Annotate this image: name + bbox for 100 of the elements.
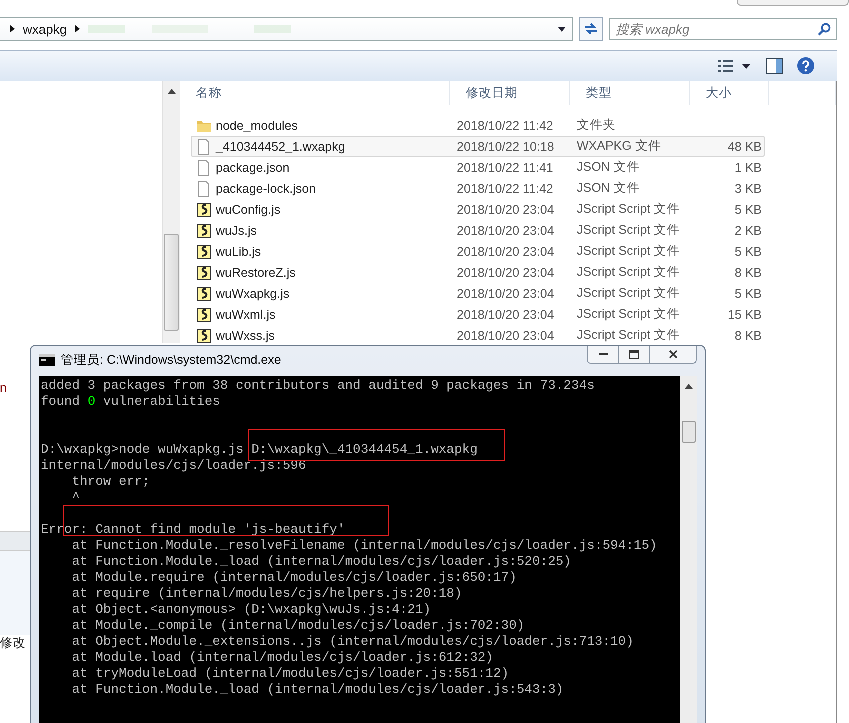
file-type: JSON 文件: [576, 180, 641, 197]
file-size: 1 KB: [734, 160, 762, 174]
file-row[interactable]: wuWxml.js 2018/10/20 23:04 JScript Script 文件 15 KB: [191, 304, 765, 325]
file-date: 2018/10/20 23:04: [456, 286, 556, 300]
document-icon: [196, 180, 212, 196]
file-row[interactable]: package-lock.json 2018/10/22 11:42 JSON 文件 3 KB: [191, 178, 765, 199]
file-row[interactable]: wuWxapkg.js 2018/10/20 23:04 JScript Script 文件 5 KB: [191, 283, 765, 304]
file-type: JScript Script 文件: [576, 306, 682, 323]
minimize-icon: [598, 353, 608, 356]
minimize-button[interactable]: [588, 346, 619, 363]
console-line: at Function.Module._load (internal/modules/cjs/loader.js:520:25): [71, 554, 572, 569]
column-header[interactable]: 名称: [180, 81, 450, 105]
file-type: JScript Script 文件: [576, 264, 682, 281]
script-file-icon: [196, 264, 212, 280]
file-date: 2018/10/22 11:42: [456, 118, 554, 132]
document-icon: [196, 160, 212, 176]
search-icon[interactable]: [818, 23, 831, 36]
console-line: internal/modules/cjs/loader.js:596: [41, 458, 306, 473]
file-name: wuRestoreZ.js: [216, 266, 296, 280]
console-line: at Function.Module._load (internal/modules/cjs/loader.js:543:3): [71, 682, 564, 697]
console-line: at Module.load (internal/modules/cjs/loader.js:612:32): [71, 650, 494, 665]
file-row[interactable]: wuRestoreZ.js 2018/10/20 23:04 JScript Script 文件 8 KB: [191, 262, 765, 283]
console-line: at Module.require (internal/modules/cjs/loader.js:650:17): [71, 570, 517, 585]
file-size: 15 KB: [726, 308, 762, 322]
preview-pane-icon[interactable]: [766, 58, 783, 74]
console-line: ^: [71, 490, 80, 505]
file-size: 48 KB: [726, 140, 762, 154]
file-date: 2018/10/20 23:04: [456, 328, 556, 342]
file-date: 2018/10/22 10:18: [456, 140, 556, 154]
console-line: D:\wxapkg>node wuWxapkg.js D:\wxapkg\_410344454_1.wxapkg: [41, 442, 478, 457]
refresh-button[interactable]: [579, 17, 603, 41]
help-icon[interactable]: [797, 57, 815, 75]
file-type: JScript Script 文件: [576, 327, 682, 344]
file-row[interactable]: wuConfig.js 2018/10/20 23:04 JScript Script 文件 5 KB: [191, 199, 765, 220]
file-name: package.json: [216, 160, 290, 174]
column-header[interactable]: 大小: [690, 81, 769, 105]
script-file-icon: [196, 222, 212, 238]
console-line: at tryModuleLoad (internal/modules/cjs/loader.js:551:12): [71, 666, 510, 681]
file-name: node_modules: [216, 118, 298, 132]
console-line: throw err;: [71, 474, 150, 489]
file-type: JScript Script 文件: [576, 243, 682, 260]
script-file-icon: [196, 286, 212, 302]
file-date: 2018/10/20 23:04: [456, 244, 556, 258]
view-options-icon[interactable]: [718, 59, 752, 73]
file-type: WXAPKG 文件: [576, 138, 662, 155]
console-line: found 0 vulnerabilities: [41, 394, 220, 409]
script-file-icon: [196, 244, 212, 260]
file-date: 2018/10/20 23:04: [456, 224, 556, 238]
file-date: 2018/10/20 23:04: [456, 266, 556, 280]
file-size: 8 KB: [734, 328, 762, 342]
search-field[interactable]: 搜索 wxapkg: [609, 18, 837, 40]
file-date: 2018/10/20 23:04: [456, 202, 556, 216]
file-date: 2018/10/22 11:41: [456, 160, 554, 174]
file-name: package-lock.json: [216, 182, 316, 196]
file-name: wuWxss.js: [216, 328, 276, 342]
console-line: at Function.Module._resolveFilename (internal/modules/cjs/loader.js:594:15): [71, 538, 658, 553]
file-row[interactable]: wuJs.js 2018/10/20 23:04 JScript Script 文件 2 KB: [191, 220, 765, 241]
file-type: 文件夹: [576, 117, 617, 134]
refresh-icon: [583, 22, 599, 36]
script-file-icon: [196, 306, 212, 322]
scrollbar[interactable]: [162, 81, 180, 343]
console-line: at require (internal/modules/cjs/helpers.js:20:18): [71, 586, 462, 601]
maximize-button[interactable]: [619, 346, 650, 363]
document-icon: [196, 138, 212, 154]
file-type: JScript Script 文件: [576, 222, 682, 239]
file-type: JScript Script 文件: [576, 201, 682, 218]
file-row[interactable]: wuWxss.js 2018/10/20 23:04 JScript Script 文件 8 KB: [191, 325, 765, 346]
console-line: added 3 packages from 38 contributors and audited 9 packages in 73.234s: [41, 378, 595, 393]
text-fragment: n: [0, 381, 7, 395]
file-size: 5 KB: [734, 286, 762, 300]
console-app-icon: [39, 354, 55, 366]
file-row[interactable]: package.json 2018/10/22 11:41 JSON 文件 1 KB: [191, 157, 765, 178]
script-file-icon: [196, 328, 212, 344]
console-line: at Object.<anonymous> (D:\wxapkg\wuJs.js:4:21): [71, 602, 432, 617]
file-size: 3 KB: [734, 182, 762, 196]
address-bar[interactable]: wxapkg: [0, 17, 573, 41]
file-name: _410344452_1.wxapkg: [216, 140, 346, 154]
file-type: JScript Script 文件: [576, 285, 682, 302]
console-line: at Object.Module._extensions..js (internal/modules/cjs/loader.js:713:10): [71, 634, 634, 649]
file-name: wuLib.js: [216, 244, 262, 258]
console-line: at Module._compile (internal/modules/cjs/loader.js:702:30): [71, 618, 525, 633]
scrollbar[interactable]: [680, 376, 697, 723]
file-size: 5 KB: [734, 244, 762, 258]
file-type: JSON 文件: [576, 159, 641, 176]
text-fragment: 修改: [0, 636, 26, 650]
file-size: 5 KB: [734, 202, 762, 216]
file-date: 2018/10/22 11:42: [456, 182, 554, 196]
breadcrumb-item[interactable]: wxapkg: [23, 22, 68, 36]
column-header[interactable]: 修改日期: [450, 81, 570, 105]
file-row[interactable]: _410344452_1.wxapkg 2018/10/22 10:18 WXAPKG 文件 48 KB: [191, 136, 765, 157]
file-row[interactable]: wuLib.js 2018/10/20 23:04 JScript Script 文件 5 KB: [191, 241, 765, 262]
file-size: 8 KB: [734, 266, 762, 280]
file-date: 2018/10/20 23:04: [456, 308, 556, 322]
file-name: wuJs.js: [216, 224, 257, 238]
column-header[interactable]: 类型: [570, 81, 690, 105]
script-file-icon: [196, 202, 212, 218]
file-size: 2 KB: [734, 224, 762, 238]
window-title: 管理员: C:\Windows\system32\cmd.exe: [61, 352, 282, 368]
close-button[interactable]: [650, 346, 696, 363]
file-row[interactable]: node_modules 2018/10/22 11:42 文件夹: [191, 115, 765, 136]
